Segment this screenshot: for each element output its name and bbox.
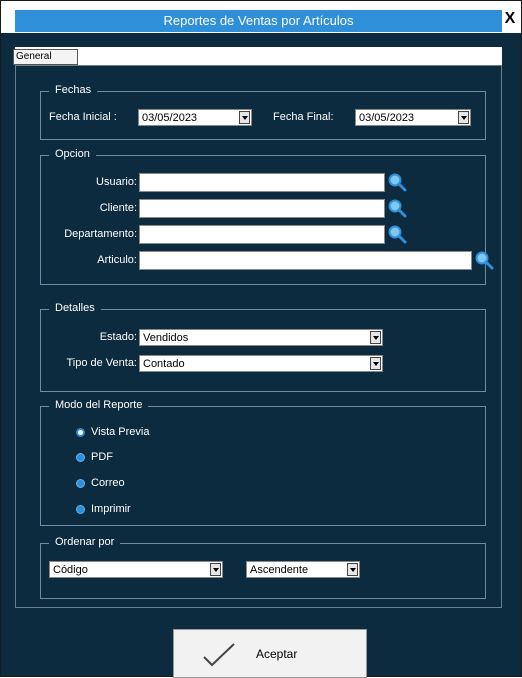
- close-icon[interactable]: X: [502, 9, 518, 29]
- fechas-legend: Fechas: [49, 84, 98, 96]
- ordenar-campo-select[interactable]: Código: [49, 561, 223, 578]
- ordenar-direccion-select[interactable]: Ascendente: [246, 561, 360, 578]
- dropdown-arrow-icon[interactable]: [239, 111, 250, 124]
- estado-value: Vendidos: [143, 332, 189, 344]
- search-icon[interactable]: [387, 224, 407, 244]
- radio-icon[interactable]: [76, 505, 85, 514]
- radio-icon[interactable]: [76, 479, 85, 488]
- fecha-inicial-label: Fecha Inicial :: [49, 111, 117, 123]
- dropdown-arrow-icon[interactable]: [370, 331, 381, 344]
- ordenar-group: Ordenar por Código Ascendente: [40, 536, 486, 599]
- radio-selected-icon[interactable]: [76, 428, 85, 437]
- ordenar-direccion-value: Ascendente: [250, 564, 309, 576]
- dropdown-arrow-icon[interactable]: [347, 563, 358, 576]
- dropdown-arrow-icon[interactable]: [370, 357, 381, 370]
- ordenar-legend: Ordenar por: [49, 536, 121, 548]
- search-icon[interactable]: [474, 250, 494, 270]
- window-title: Reportes de Ventas por Artículos: [15, 10, 502, 32]
- tab-strip: [15, 47, 502, 65]
- cliente-label: Cliente:: [99, 202, 137, 214]
- fecha-final-value: 03/05/2023: [359, 112, 415, 124]
- usuario-input[interactable]: [139, 173, 385, 192]
- accept-label: Aceptar: [256, 647, 298, 661]
- departamento-input[interactable]: [139, 225, 385, 244]
- detalles-legend: Detalles: [49, 302, 101, 314]
- fecha-final-label: Fecha Final:: [273, 111, 334, 123]
- title-bar: Reportes de Ventas por Artículos X: [1, 1, 521, 33]
- radio-icon[interactable]: [76, 453, 85, 462]
- radio-label-vista-previa: Vista Previa: [91, 426, 150, 438]
- dropdown-arrow-icon[interactable]: [210, 563, 221, 576]
- search-icon[interactable]: [387, 198, 407, 218]
- estado-label: Estado:: [99, 331, 137, 343]
- ordenar-campo-value: Código: [53, 564, 88, 576]
- tab-panel-general: Fechas Fecha Inicial : 03/05/2023 Fecha …: [15, 65, 502, 608]
- radio-label-correo: Correo: [91, 477, 125, 489]
- modo-reporte-group: Modo del Reporte Vista Previa PDF Correo…: [40, 399, 486, 526]
- estado-select[interactable]: Vendidos: [139, 329, 383, 346]
- opcion-legend: Opcion: [49, 148, 96, 160]
- fecha-inicial-picker[interactable]: 03/05/2023: [138, 109, 252, 126]
- usuario-label: Usuario:: [96, 176, 137, 188]
- fecha-final-picker[interactable]: 03/05/2023: [355, 109, 471, 126]
- report-window: Reportes de Ventas por Artículos X Gener…: [0, 0, 522, 678]
- search-icon[interactable]: [387, 172, 407, 192]
- fechas-group: Fechas Fecha Inicial : 03/05/2023 Fecha …: [40, 84, 486, 140]
- accept-button[interactable]: Aceptar: [173, 629, 367, 678]
- modo-legend: Modo del Reporte: [49, 399, 149, 411]
- detalles-group: Detalles Estado: Vendidos Tipo de Venta:…: [40, 302, 486, 392]
- radio-label-imprimir: Imprimir: [91, 503, 131, 515]
- fecha-inicial-value: 03/05/2023: [142, 112, 198, 124]
- opcion-group: Opcion Usuario: Cliente: Departamento: A…: [40, 148, 494, 285]
- tab-general[interactable]: General: [13, 49, 78, 65]
- radio-label-pdf: PDF: [91, 451, 113, 463]
- articulo-input[interactable]: [139, 251, 472, 270]
- articulo-label: Articulo:: [97, 254, 137, 266]
- dropdown-arrow-icon[interactable]: [458, 111, 469, 124]
- cliente-input[interactable]: [139, 199, 385, 218]
- tipo-venta-value: Contado: [143, 358, 185, 370]
- checkmark-icon: [203, 643, 235, 667]
- tipo-venta-select[interactable]: Contado: [139, 355, 383, 372]
- departamento-label: Departamento:: [64, 228, 137, 240]
- tipo-venta-label: Tipo de Venta:: [66, 357, 137, 369]
